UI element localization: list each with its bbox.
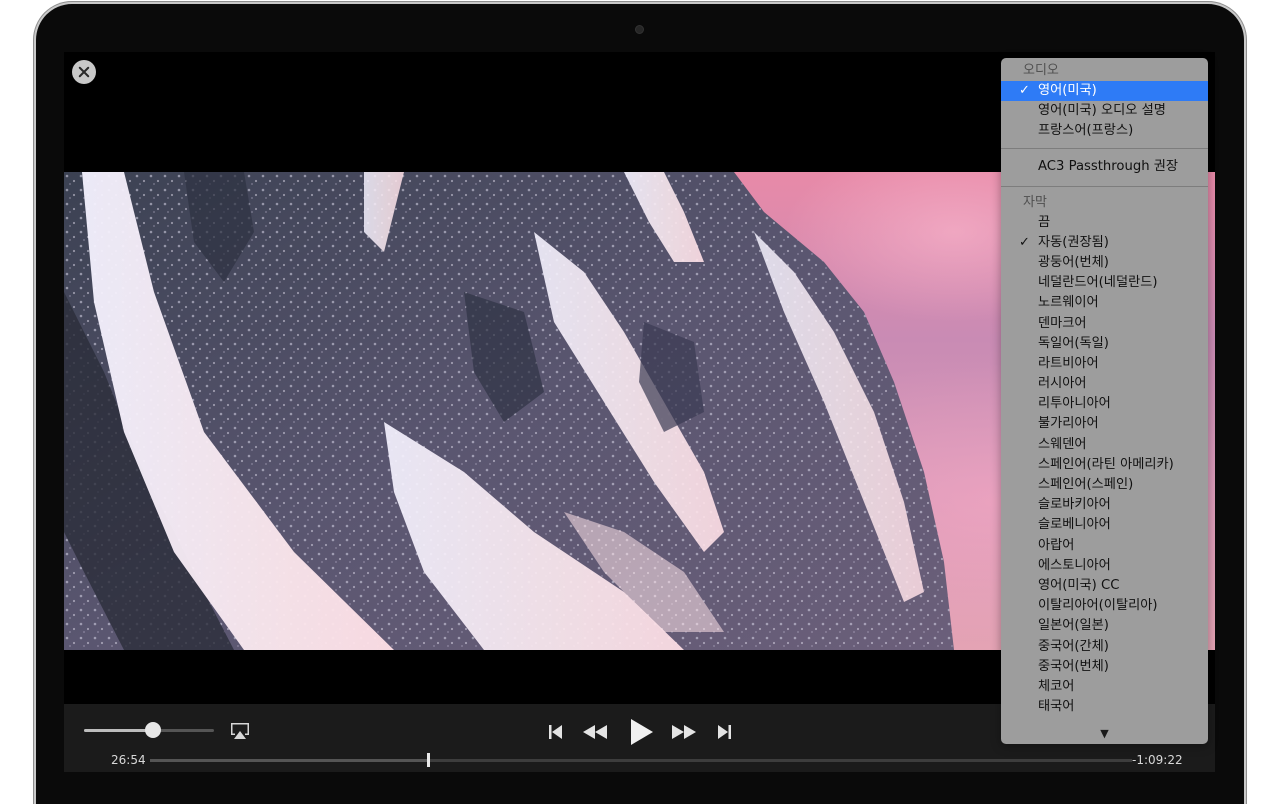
menu-item[interactable]: 스페인어(라틴 아메리카) <box>1001 455 1208 475</box>
menu-item[interactable]: 덴마크어 <box>1001 314 1208 334</box>
menu-item-label: 라트비아어 <box>1038 355 1099 371</box>
menu-item[interactable]: 광둥어(번체) <box>1001 253 1208 273</box>
menu-item-label: AC3 Passthrough 권장 <box>1038 158 1179 174</box>
menu-item[interactable]: 슬로베니아어 <box>1001 515 1208 535</box>
menu-item[interactable]: 아랍어 <box>1001 536 1208 556</box>
menu-item-label: 태국어 <box>1038 699 1075 715</box>
menu-item-label: 독일어(독일) <box>1038 335 1109 351</box>
volume-fill <box>84 729 153 732</box>
audio-section-header: 오디오 <box>1023 63 1059 78</box>
menu-item-label: 노르웨이어 <box>1038 295 1099 311</box>
subtitle-section-header: 자막 <box>1023 194 1047 210</box>
checkmark-icon: ✓ <box>1019 83 1030 98</box>
menu-item-label: 프랑스어(프랑스) <box>1038 123 1134 139</box>
subtitle-list: 끔 ✓ 자동(권장됨) 광둥어(번체) 네덜란드어(네덜란드) 노르웨이어덴마크어독일어(… <box>1001 213 1208 718</box>
menu-item-ac3-passthrough[interactable]: AC3 Passthrough 권장 <box>1001 156 1208 178</box>
menu-item[interactable]: 네덜란드어(네덜란드) <box>1001 273 1208 293</box>
menu-item-label: 일본어(일본) <box>1038 618 1109 634</box>
menu-item[interactable]: 라트비아어 <box>1001 354 1208 374</box>
progress-fill <box>150 759 428 762</box>
menu-item-label: 자동(권장됨) <box>1038 234 1109 250</box>
menu-item-label: 광둥어(번체) <box>1038 254 1109 270</box>
skip-forward-icon[interactable] <box>715 718 733 746</box>
menu-item-label: 중국어(번체) <box>1038 658 1109 674</box>
menu-item[interactable]: 태국어 <box>1001 697 1208 717</box>
time-remaining: -1:09:22 <box>1132 753 1183 767</box>
menu-item[interactable]: 영어(미국) 오디오 설명 <box>1001 101 1208 121</box>
menu-item-label: 영어(미국) <box>1038 83 1097 98</box>
menu-item-label: 러시아어 <box>1038 376 1087 392</box>
audio-subtitle-menu: 오디오 ✓ 영어(미국) 영어(미국) 오디오 설명프랑스어(프랑스) AC3 Pa… <box>1001 58 1208 744</box>
menu-item[interactable]: 리투아니아어 <box>1001 394 1208 414</box>
menu-item[interactable]: 스페인어(스페인) <box>1001 475 1208 495</box>
menu-item-label: 스페인어(스페인) <box>1038 477 1134 492</box>
menu-item-label: 에스토니아어 <box>1038 557 1111 573</box>
menu-item-label: 네덜란드어(네덜란드) <box>1038 275 1158 291</box>
menu-item[interactable]: 끔 <box>1001 213 1208 233</box>
skip-back-icon[interactable] <box>547 718 565 746</box>
volume-slider[interactable] <box>84 722 214 738</box>
menu-item[interactable]: 중국어(번체) <box>1001 657 1208 677</box>
play-icon[interactable] <box>629 718 655 746</box>
chevron-down-icon[interactable]: ▼ <box>1001 727 1208 740</box>
menu-item[interactable]: 프랑스어(프랑스) <box>1001 121 1208 141</box>
menu-divider <box>1001 185 1208 187</box>
checkmark-icon: ✓ <box>1019 234 1030 250</box>
menu-divider <box>1001 147 1208 149</box>
menu-item[interactable]: 슬로바키아어 <box>1001 495 1208 515</box>
menu-item-label: 슬로바키아어 <box>1038 497 1111 513</box>
menu-item-label: 영어(미국) CC <box>1038 577 1120 593</box>
menu-item-label: 중국어(간체) <box>1038 638 1109 654</box>
playhead[interactable] <box>426 753 430 767</box>
menu-item[interactable]: 체코어 <box>1001 677 1208 697</box>
menu-item-label: 불가리아어 <box>1038 416 1099 432</box>
menu-item[interactable]: 일본어(일본) <box>1001 616 1208 636</box>
menu-item-label: 이탈리아어(이탈리아) <box>1038 598 1158 614</box>
menu-item-label: 끔 <box>1038 214 1051 230</box>
menu-item[interactable]: ✓ 영어(미국) <box>1001 81 1208 102</box>
menu-item-label: 영어(미국) 오디오 설명 <box>1038 103 1166 119</box>
menu-item-label: 리투아니아어 <box>1038 396 1111 412</box>
menu-item[interactable]: 에스토니아어 <box>1001 556 1208 576</box>
menu-item[interactable]: 노르웨이어 <box>1001 293 1208 313</box>
menu-item-label: 스페인어(라틴 아메리카) <box>1038 456 1174 472</box>
volume-knob[interactable] <box>144 722 161 738</box>
audio-track-list: ✓ 영어(미국) 영어(미국) 오디오 설명프랑스어(프랑스) <box>1001 81 1208 142</box>
menu-item-label: 체코어 <box>1038 678 1075 694</box>
menu-item-label: 아랍어 <box>1038 537 1075 553</box>
menu-item[interactable]: 영어(미국) CC <box>1001 576 1208 596</box>
fast-forward-icon[interactable] <box>671 718 697 746</box>
camera-icon <box>635 25 644 34</box>
airplay-icon[interactable] <box>230 722 250 740</box>
menu-item-label: 스웨덴어 <box>1038 436 1087 452</box>
menu-item-label: 슬로베니아어 <box>1038 517 1111 533</box>
menu-item-label: 덴마크어 <box>1038 315 1087 331</box>
menu-item[interactable]: 스웨덴어 <box>1001 435 1208 455</box>
rewind-icon[interactable] <box>582 718 608 746</box>
menu-item[interactable]: 불가리아어 <box>1001 414 1208 434</box>
menu-item[interactable]: 중국어(간체) <box>1001 637 1208 657</box>
menu-item[interactable]: ✓ 자동(권장됨) <box>1001 233 1208 253</box>
menu-item[interactable]: 이탈리아어(이탈리아) <box>1001 596 1208 616</box>
progress-scrubber[interactable] <box>150 753 1132 767</box>
menu-item[interactable]: 독일어(독일) <box>1001 334 1208 354</box>
close-button[interactable] <box>72 60 96 84</box>
menu-item[interactable]: 러시아어 <box>1001 374 1208 394</box>
time-elapsed: 26:54 <box>111 753 146 767</box>
